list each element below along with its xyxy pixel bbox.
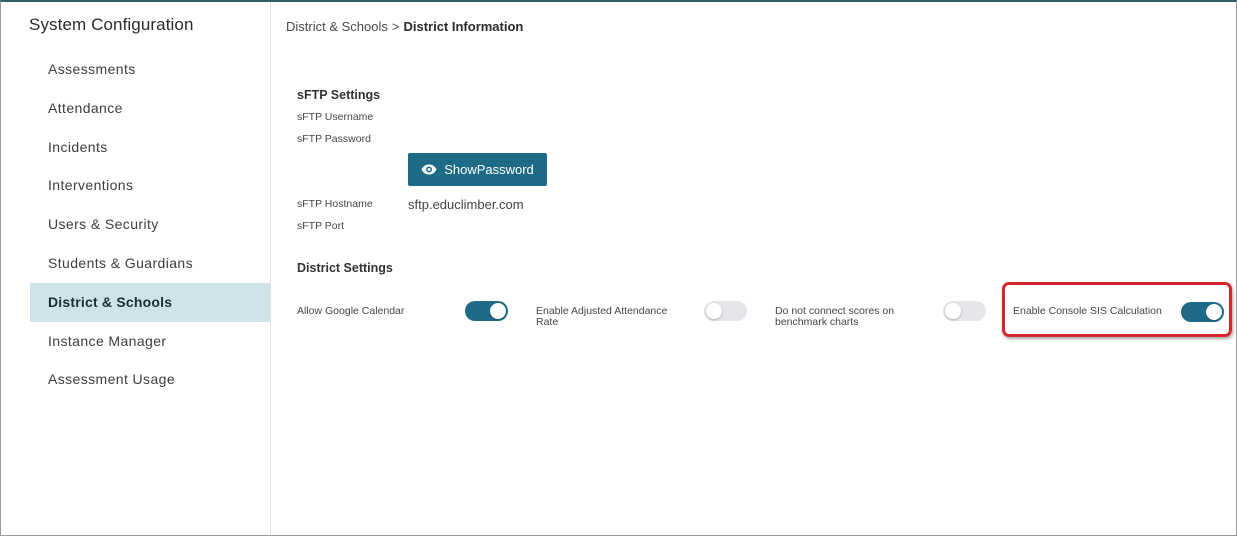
breadcrumb: District & Schools > District Information bbox=[286, 19, 523, 34]
sidebar-item-instance-manager[interactable]: Instance Manager bbox=[30, 322, 271, 361]
toggle-knob bbox=[945, 303, 961, 319]
sidebar-item-assessments[interactable]: Assessments bbox=[30, 50, 271, 89]
show-password-button[interactable]: ShowPassword bbox=[408, 153, 547, 186]
sidebar-item-interventions[interactable]: Interventions bbox=[30, 166, 271, 205]
breadcrumb-parent-link[interactable]: District & Schools bbox=[286, 19, 388, 34]
sidebar-item-incidents[interactable]: Incidents bbox=[30, 128, 271, 167]
sidebar-nav: Assessments Attendance Incidents Interve… bbox=[30, 50, 271, 399]
district-settings-title: District Settings bbox=[297, 261, 393, 275]
sidebar-item-district-schools[interactable]: District & Schools bbox=[30, 282, 271, 322]
do-not-connect-scores-label-line2: benchmark charts bbox=[775, 316, 859, 328]
toggle-knob bbox=[490, 303, 506, 319]
do-not-connect-scores-label: Do not connect scores on benchmark chart… bbox=[775, 306, 894, 328]
sftp-port-label: sFTP Port bbox=[297, 220, 345, 232]
sidebar: System Configuration Assessments Attenda… bbox=[1, 2, 271, 534]
toggle-knob bbox=[706, 303, 722, 319]
show-password-label: ShowPassword bbox=[444, 162, 534, 177]
highlight-box bbox=[1002, 282, 1232, 337]
enable-adjusted-attendance-label: Enable Adjusted Attendance Rate bbox=[536, 306, 667, 328]
eye-icon bbox=[421, 164, 437, 175]
sidebar-item-attendance[interactable]: Attendance bbox=[30, 89, 271, 128]
allow-google-calendar-toggle[interactable] bbox=[465, 301, 508, 321]
allow-google-calendar-label: Allow Google Calendar bbox=[297, 305, 405, 317]
sftp-username-label: sFTP Username bbox=[297, 111, 374, 123]
do-not-connect-scores-toggle[interactable] bbox=[943, 301, 986, 321]
breadcrumb-separator: > bbox=[391, 19, 400, 34]
sftp-hostname-label: sFTP Hostname bbox=[297, 198, 373, 210]
breadcrumb-current: District Information bbox=[403, 19, 524, 34]
sftp-settings-title: sFTP Settings bbox=[297, 88, 381, 102]
sidebar-title: System Configuration bbox=[29, 15, 194, 34]
enable-adjusted-attendance-label-line2: Rate bbox=[536, 316, 559, 328]
sidebar-item-assessment-usage[interactable]: Assessment Usage bbox=[30, 360, 271, 399]
sidebar-item-users-security[interactable]: Users & Security bbox=[30, 205, 271, 244]
enable-adjusted-attendance-toggle[interactable] bbox=[704, 301, 747, 321]
sftp-password-label: sFTP Password bbox=[297, 133, 371, 145]
sidebar-item-students-guardians[interactable]: Students & Guardians bbox=[30, 244, 271, 283]
sidebar-divider bbox=[270, 2, 271, 534]
sftp-hostname-value: sftp.educlimber.com bbox=[408, 197, 524, 212]
